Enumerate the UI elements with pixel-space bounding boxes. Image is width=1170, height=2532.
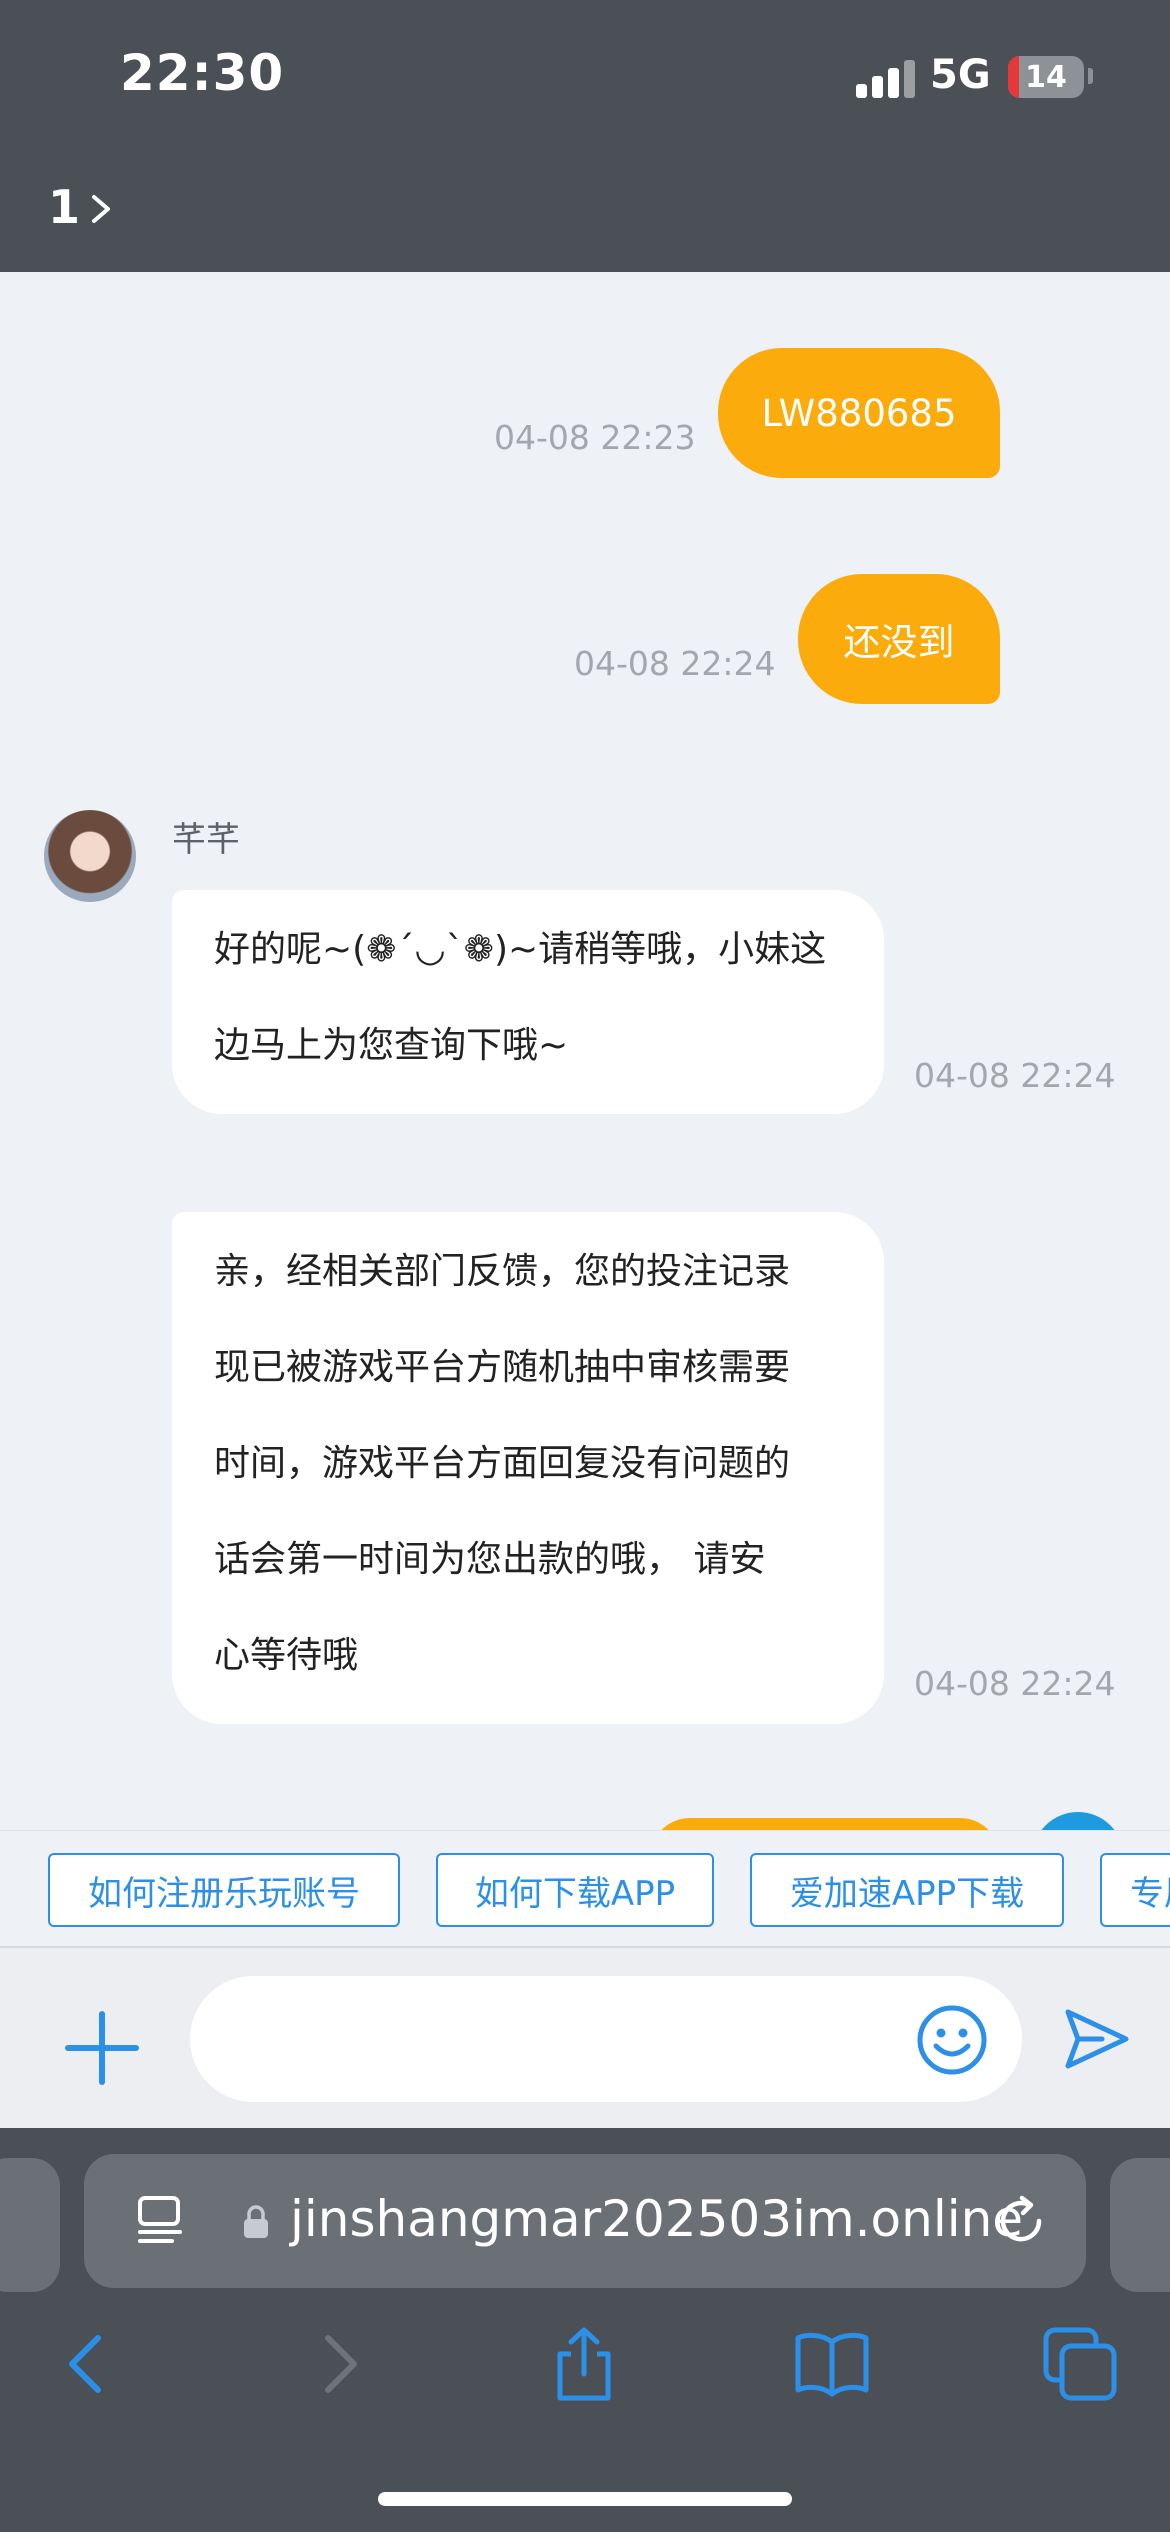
status-time: 22:30 bbox=[120, 44, 285, 102]
quick-reply-chip[interactable]: 如何下载APP bbox=[436, 1853, 714, 1927]
message-time: 04-08 22:23 bbox=[494, 418, 696, 457]
quick-reply-chip[interactable]: 爱加速APP下载 bbox=[750, 1853, 1064, 1927]
message-line: 边马上为您查询下哦~ bbox=[214, 1025, 569, 1066]
send-icon[interactable] bbox=[1062, 2006, 1132, 2072]
signal-icon bbox=[856, 58, 916, 98]
reader-icon[interactable] bbox=[136, 2194, 188, 2246]
message-text: LW880685 bbox=[761, 391, 957, 435]
reload-icon[interactable] bbox=[992, 2192, 1050, 2250]
outgoing-message[interactable]: LW880685 bbox=[718, 348, 1000, 478]
network-label: 5G bbox=[930, 52, 991, 98]
outgoing-message[interactable]: 还没到 bbox=[798, 574, 1000, 704]
message-line: 心等待哦 bbox=[214, 1635, 359, 1676]
quick-reply-chip[interactable]: 专属 bbox=[1100, 1853, 1170, 1927]
outgoing-message-partial bbox=[650, 1818, 1000, 1830]
lock-icon bbox=[244, 2205, 268, 2238]
message-line: 时间，游戏平台方面回复没有问题的 bbox=[214, 1443, 791, 1484]
address-bar[interactable]: jinshangmar202503im.online bbox=[84, 2154, 1086, 2288]
plus-icon[interactable] bbox=[64, 2010, 140, 2086]
tabs-icon[interactable] bbox=[1040, 2324, 1120, 2404]
home-indicator bbox=[378, 2492, 792, 2506]
browser-toolbar: jinshangmar202503im.online bbox=[0, 2128, 1170, 2532]
page-title[interactable]: 1 bbox=[48, 180, 80, 234]
avatar-partial bbox=[1032, 1812, 1124, 1830]
quick-replies: 如何注册乐玩账号 如何下载APP 爱加速APP下载 专属 bbox=[0, 1830, 1170, 1946]
message-time: 04-08 22:24 bbox=[914, 1664, 1116, 1703]
forward-icon bbox=[325, 2335, 357, 2393]
quick-reply-chip[interactable]: 如何注册乐玩账号 bbox=[48, 1853, 400, 1927]
message-line: 现已被游戏平台方随机抽中审核需要 bbox=[214, 1347, 791, 1388]
message-line: 亲，经相关部门反馈，您的投注记录 bbox=[214, 1251, 791, 1292]
sender-name: 芊芊 bbox=[172, 820, 240, 860]
avatar[interactable] bbox=[44, 810, 136, 902]
bookmarks-icon[interactable] bbox=[792, 2324, 872, 2404]
previous-tab-stub[interactable] bbox=[0, 2158, 60, 2292]
message-input[interactable] bbox=[190, 1976, 1022, 2102]
message-text: 还没到 bbox=[843, 621, 955, 664]
top-bar: 22:30 5G 14 1 bbox=[0, 0, 1170, 272]
incoming-message[interactable]: 亲，经相关部门反馈，您的投注记录 现已被游戏平台方随机抽中审核需要 时间，游戏平… bbox=[172, 1212, 884, 1724]
message-line: 话会第一时间为您出款的哦， 请安 bbox=[214, 1539, 766, 1580]
battery-icon: 14 bbox=[1008, 56, 1084, 98]
url-text[interactable]: jinshangmar202503im.online bbox=[290, 2190, 1023, 2248]
share-icon[interactable] bbox=[544, 2324, 624, 2404]
back-icon[interactable] bbox=[48, 2324, 128, 2404]
input-bar bbox=[0, 1946, 1170, 2128]
message-time: 04-08 22:24 bbox=[914, 1056, 1116, 1095]
smile-icon[interactable] bbox=[916, 2004, 988, 2076]
chat-area[interactable]: LW880685 04-08 22:23 还没到 04-08 22:24 芊芊 … bbox=[0, 272, 1170, 1830]
battery-percent: 14 bbox=[1025, 60, 1067, 95]
message-line: 好的呢~(❁´◡`❁)~请稍等哦，小妹这 bbox=[214, 929, 827, 970]
next-tab-stub[interactable] bbox=[1110, 2158, 1170, 2292]
battery-cap bbox=[1088, 68, 1093, 84]
incoming-message[interactable]: 好的呢~(❁´◡`❁)~请稍等哦，小妹这 边马上为您查询下哦~ bbox=[172, 890, 884, 1114]
chevron-right-icon[interactable] bbox=[88, 194, 114, 224]
message-time: 04-08 22:24 bbox=[574, 644, 776, 683]
